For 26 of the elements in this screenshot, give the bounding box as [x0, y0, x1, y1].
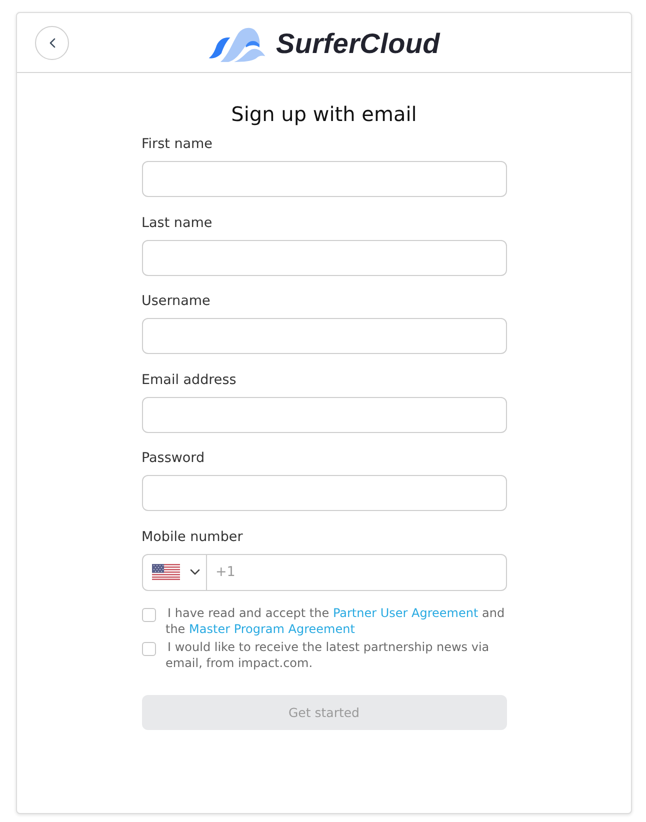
flag-icon — [152, 564, 180, 580]
logo-text: SurferCloud — [276, 26, 440, 60]
chevron-down-icon — [190, 569, 200, 575]
input-field[interactable] — [142, 396, 506, 432]
checkbox[interactable] — [142, 642, 156, 656]
input-field[interactable] — [142, 318, 506, 354]
consent-text: I would like to receive the latest partnership news via email, from impact.com. — [166, 640, 490, 671]
phone-input[interactable]: +1 — [206, 554, 506, 590]
consent-text: I have read and accept the Partner User Agreement and the Master Program Agreement — [166, 606, 506, 637]
input-field[interactable] — [142, 475, 506, 511]
input-field[interactable] — [142, 161, 506, 197]
field-label: Email address — [142, 370, 236, 388]
field-label: Username — [142, 292, 210, 310]
field-label: Last name — [142, 214, 212, 232]
agreement-link[interactable]: Master Program Agreement — [189, 622, 355, 636]
checkbox[interactable] — [142, 608, 156, 622]
field-label: Password — [142, 449, 205, 467]
logo-icon — [208, 26, 266, 62]
field-label: Mobile number — [142, 528, 243, 546]
back-button[interactable] — [35, 26, 69, 60]
form-title: Sign up with email — [231, 101, 417, 127]
field-label: First name — [142, 135, 212, 153]
agreement-link[interactable]: Partner User Agreement — [332, 606, 478, 620]
input-field[interactable] — [142, 240, 506, 276]
country-select[interactable] — [142, 554, 206, 590]
back-chevron-icon — [48, 38, 56, 48]
